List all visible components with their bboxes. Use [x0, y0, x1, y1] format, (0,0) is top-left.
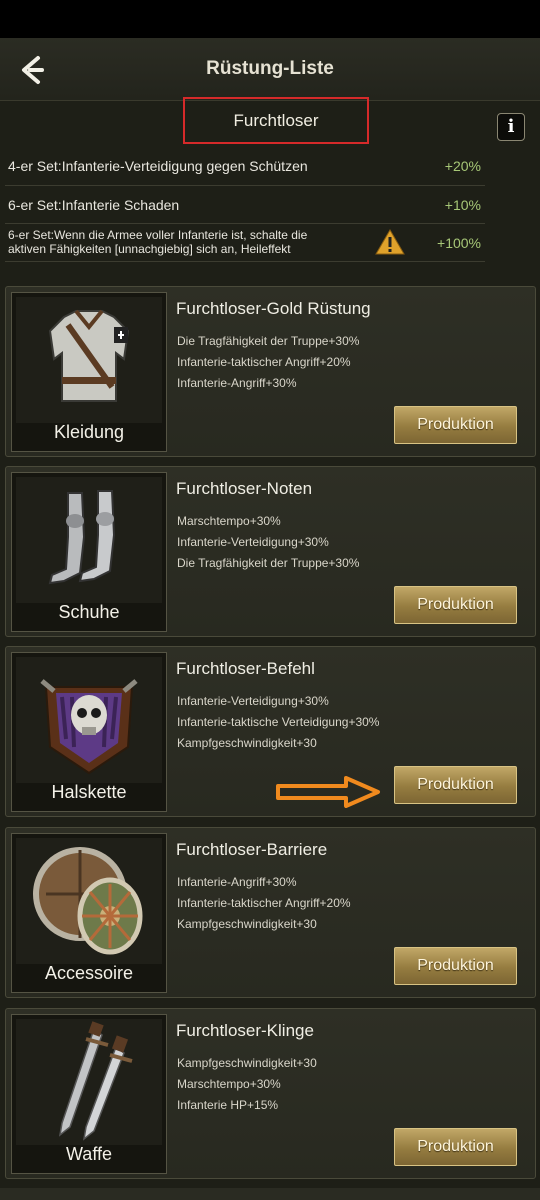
produktion-button[interactable]: Produktion: [394, 586, 517, 624]
set-bonus-value: +10%: [444, 197, 481, 213]
item-slot-label: Accessoire: [44, 963, 134, 983]
equipment-card: Waffe Furchtloser-Klinge Kampfgeschwindi…: [5, 1008, 536, 1179]
produktion-button[interactable]: Produktion: [394, 766, 517, 804]
item-name: Furchtloser-Barriere: [176, 840, 328, 859]
set-bonus-row: 6-er Set:Wenn die Armee voller Infanteri…: [5, 224, 485, 262]
shield-icon: [16, 838, 162, 964]
item-stat: Infanterie-Verteidigung+30%: [177, 535, 329, 549]
set-bonus-text: 6-er Set:Wenn die Armee voller Infanteri…: [8, 228, 308, 242]
item-thumbnail[interactable]: Halskette: [11, 652, 167, 812]
item-thumbnail[interactable]: Schuhe: [11, 472, 167, 632]
set-name: Furchtloser: [183, 97, 369, 144]
item-stat: Kampfgeschwindigkeit+30: [177, 736, 317, 750]
page-title: Rüstung-Liste: [206, 58, 334, 79]
item-stat: Kampfgeschwindigkeit+30: [177, 917, 317, 931]
greaves-icon: [16, 477, 162, 603]
item-stat: Infanterie-Angriff+30%: [177, 875, 297, 889]
item-name: Furchtloser-Klinge: [176, 1021, 314, 1040]
item-slot-label: Schuhe: [58, 602, 120, 622]
item-thumbnail[interactable]: Waffe: [11, 1014, 167, 1174]
status-bar: [0, 0, 540, 38]
item-stat: Die Tragfähigkeit der Truppe+30%: [177, 556, 360, 570]
item-stat: Infanterie HP+15%: [177, 1098, 279, 1112]
item-stat: Infanterie-Verteidigung+30%: [177, 694, 329, 708]
warning-icon: [375, 229, 405, 255]
item-name: Furchtloser-Gold Rüstung: [176, 299, 371, 318]
item-slot-label: Waffe: [65, 1144, 113, 1164]
item-slot-label: Halskette: [51, 782, 127, 802]
item-name: Furchtloser-Noten: [176, 479, 313, 498]
equipment-card: Kleidung Furchtloser-Gold Rüstung Die Tr…: [5, 286, 536, 457]
equipment-card: Schuhe Furchtloser-Noten Marschtempo+30%…: [5, 466, 536, 637]
skull-emblem-icon: [16, 657, 162, 783]
sword-icon: [16, 1019, 162, 1145]
produktion-button[interactable]: Produktion: [394, 406, 517, 444]
item-stat: Kampfgeschwindigkeit+30: [177, 1056, 317, 1070]
set-bonus-value: +20%: [444, 158, 481, 174]
equipment-card: Accessoire Furchtloser-Barriere Infanter…: [5, 827, 536, 998]
produktion-button[interactable]: Produktion: [394, 1128, 517, 1166]
item-stat: Marschtempo+30%: [177, 1077, 281, 1091]
item-stat: Infanterie-Angriff+30%: [177, 376, 297, 390]
item-thumbnail[interactable]: Kleidung: [11, 292, 167, 452]
set-bonus-value: +100%: [437, 235, 481, 251]
produktion-button[interactable]: Produktion: [394, 947, 517, 985]
set-bonus-row: 4-er Set:Infanterie-Verteidigung gegen S…: [5, 148, 485, 186]
item-stat: Die Tragfähigkeit der Truppe+30%: [177, 334, 360, 348]
set-bonus-text: aktiven Fähigkeiten [unnachgiebig] sich …: [8, 242, 291, 256]
info-button[interactable]: i: [497, 113, 525, 141]
item-name: Furchtloser-Befehl: [176, 659, 315, 678]
item-stat: Marschtempo+30%: [177, 514, 281, 528]
equipment-card: Halskette Furchtloser-Befehl Infanterie-…: [5, 646, 536, 817]
header: Rüstung-Liste: [0, 38, 540, 101]
next-card-edge: [0, 1188, 540, 1200]
annotation-arrow-icon: [276, 776, 380, 808]
item-slot-label: Kleidung: [53, 422, 125, 442]
item-stat: Infanterie-taktischer Angriff+20%: [177, 896, 351, 910]
set-bonus-text: 6-er Set:Infanterie Schaden: [8, 197, 180, 213]
item-stat: Infanterie-taktische Verteidigung+30%: [177, 715, 380, 729]
set-bonus-row: 6-er Set:Infanterie Schaden +10%: [5, 186, 485, 224]
item-stat: Infanterie-taktischer Angriff+20%: [177, 355, 351, 369]
set-bonus-text: 4-er Set:Infanterie-Verteidigung gegen S…: [8, 158, 308, 174]
item-thumbnail[interactable]: Accessoire: [11, 833, 167, 993]
armor-icon: [16, 297, 162, 423]
